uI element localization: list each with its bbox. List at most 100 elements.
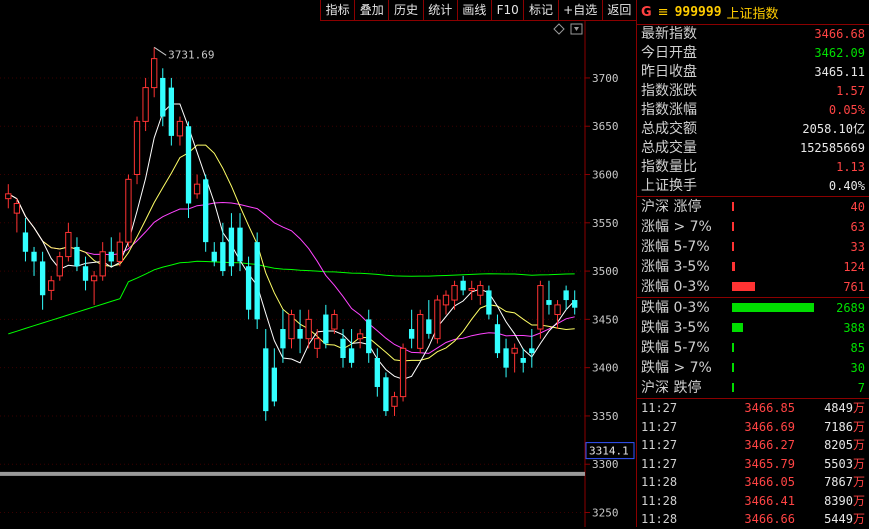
candle-body[interactable] [237, 227, 243, 262]
trade-volume: 5503万 [824, 455, 865, 474]
toolbar-button-4[interactable]: 画线 [456, 0, 491, 20]
candle-body[interactable] [417, 314, 424, 349]
candle-body[interactable] [228, 227, 235, 267]
y-tick-label: 3550 [592, 217, 619, 230]
trade-price: 3466.66 [744, 512, 795, 526]
breadth-label: 沪深 跌停 [641, 379, 702, 396]
candle-body[interactable] [366, 319, 372, 354]
candle-body[interactable] [254, 242, 260, 320]
candle-body[interactable] [434, 299, 441, 340]
y-tick-label: 3650 [592, 120, 619, 133]
breadth-value: 40 [850, 199, 865, 214]
breadth-row: 涨幅 0-3% 761 [637, 277, 869, 297]
candle-body[interactable] [554, 304, 561, 316]
candle-body[interactable] [90, 275, 98, 282]
candle-body[interactable] [486, 290, 492, 315]
candle-body[interactable] [340, 338, 346, 358]
candle-body[interactable] [48, 280, 55, 291]
candle-body[interactable] [220, 242, 226, 272]
candle-body[interactable] [168, 87, 175, 136]
candle-body[interactable] [193, 183, 201, 195]
candle-body[interactable] [288, 314, 295, 340]
candle-body[interactable] [142, 87, 149, 122]
candle-body[interactable] [374, 358, 380, 387]
candle-body[interactable] [494, 324, 501, 354]
chevron-down-icon[interactable] [574, 27, 579, 31]
candle-body[interactable] [203, 179, 209, 243]
toolbar-button-0[interactable]: 指标 [320, 0, 354, 20]
candle-body[interactable] [125, 178, 132, 243]
candle-body[interactable] [116, 241, 124, 262]
toolbar-button-3[interactable]: 统计 [422, 0, 457, 20]
candle-body[interactable] [176, 120, 184, 137]
trade-time: 11:28 [641, 512, 678, 526]
candle-body[interactable] [348, 348, 355, 363]
candle-body[interactable] [520, 358, 526, 363]
toolbar-button-6[interactable]: 标记 [523, 0, 557, 20]
candle-body[interactable] [460, 280, 466, 291]
candle-body[interactable] [31, 251, 37, 262]
candle-body[interactable] [65, 231, 72, 258]
toolbar-button-1[interactable]: 叠加 [354, 0, 388, 20]
candle-body[interactable] [451, 285, 458, 301]
candle-body[interactable] [13, 202, 21, 214]
candle-body[interactable] [108, 251, 114, 262]
trade-price: 3466.69 [744, 419, 795, 434]
candle-body[interactable] [74, 246, 80, 267]
candle-body[interactable] [408, 329, 415, 339]
candle-body[interactable] [211, 251, 217, 262]
breadth-value: 33 [850, 239, 865, 254]
candle-body[interactable] [263, 348, 269, 412]
candle-body[interactable] [529, 348, 535, 354]
candle-body[interactable] [563, 290, 569, 301]
candle-body[interactable] [56, 256, 63, 277]
stat-row: 总成交量 152585669 [637, 139, 869, 158]
candle-body[interactable] [399, 347, 407, 398]
candle-body[interactable] [39, 261, 46, 296]
candle-body[interactable] [160, 77, 166, 117]
candle-body[interactable] [99, 251, 106, 277]
toolbar-button-7[interactable]: +自选 [557, 0, 602, 20]
candle-body[interactable] [185, 126, 192, 204]
candle-body[interactable] [391, 396, 398, 407]
candle-body[interactable] [82, 266, 89, 281]
candle-body[interactable] [468, 287, 475, 291]
diamond-icon[interactable] [553, 23, 565, 35]
candle-body[interactable] [572, 300, 578, 308]
y-tick-label: 3300 [592, 458, 619, 471]
breadth-label: 沪深 涨停 [641, 198, 702, 215]
g-logo-icon[interactable]: G [641, 5, 652, 20]
candle-body[interactable] [546, 300, 552, 305]
candle-body[interactable] [22, 232, 29, 252]
toolbar-button-5[interactable]: F10 [491, 0, 523, 20]
candle-body[interactable] [331, 314, 338, 330]
candle-body[interactable] [271, 367, 277, 402]
stat-value: 3466.68 [814, 27, 865, 41]
candle-body[interactable] [356, 333, 364, 340]
trade-volume-unit: 万 [852, 512, 865, 526]
candle-body[interactable] [511, 347, 518, 354]
candle-body[interactable] [133, 120, 141, 176]
kline-chart[interactable]: 3700 3650 3600 3550 3500 3450 3400 3350 3300 3250… [0, 20, 636, 527]
candle-body[interactable] [442, 294, 450, 306]
candle-body[interactable] [503, 348, 509, 368]
candle-body[interactable] [323, 314, 329, 344]
trade-row: 11:27 3466.27 8205万 [637, 436, 869, 455]
candle-body[interactable] [426, 319, 432, 334]
candle-body[interactable] [297, 329, 303, 339]
stat-row: 指数涨幅 0.05% [637, 101, 869, 120]
candle-body[interactable] [280, 329, 286, 349]
candle-body[interactable] [151, 58, 158, 89]
trade-volume-number: 5449 [824, 512, 853, 526]
candle-body[interactable] [477, 285, 484, 296]
candle-body[interactable] [245, 266, 252, 310]
toolbar-button-8[interactable]: 返回 [601, 0, 636, 20]
candle-body[interactable] [5, 193, 12, 200]
candle-body[interactable] [314, 338, 321, 349]
candle-body[interactable] [383, 377, 389, 412]
menu-icon[interactable]: ≡ [658, 5, 669, 20]
breadth-value: 30 [850, 360, 865, 375]
toolbar-button-2[interactable]: 历史 [388, 0, 422, 20]
candle-body[interactable] [537, 285, 544, 330]
candle-body[interactable] [305, 318, 312, 340]
